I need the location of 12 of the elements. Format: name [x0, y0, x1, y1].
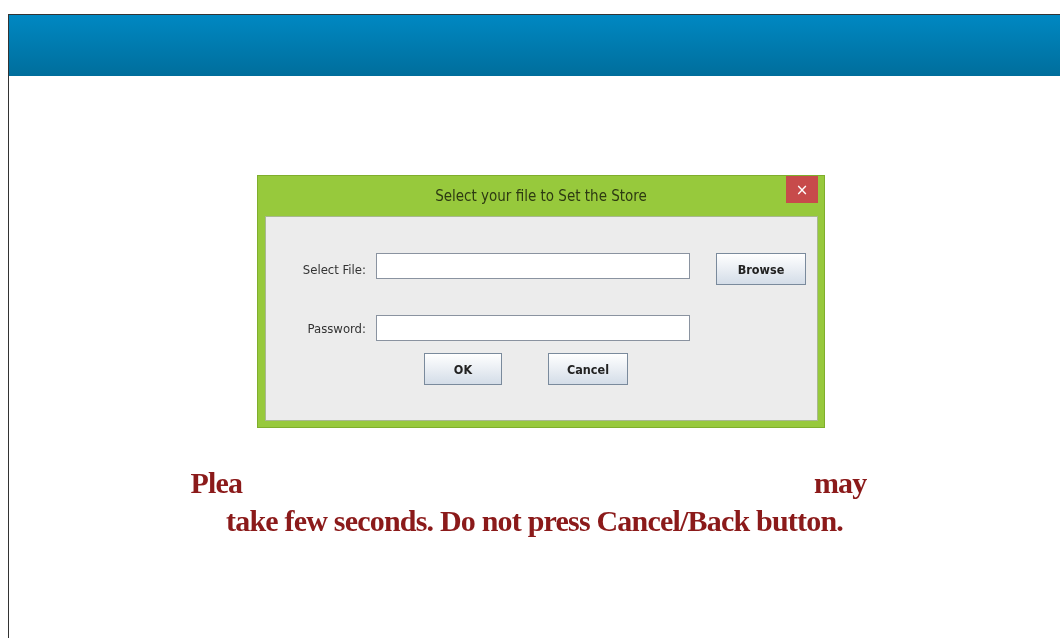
input-field[interactable] — [376, 253, 690, 279]
close-button[interactable]: × — [786, 176, 818, 203]
wait-message: take few seconds. Do not press Cancel/Back button. — [226, 503, 843, 539]
field-label: Password: — [306, 320, 367, 336]
field-label: Select File: — [301, 261, 367, 277]
cancel-button[interactable]: Cancel — [548, 353, 628, 385]
browse-button[interactable]: Browse — [716, 253, 806, 285]
ok-button[interactable]: OK — [424, 353, 502, 385]
dialog-title: Select your file to Set the Store — [435, 187, 647, 205]
wait-message-fragment: may — [813, 465, 867, 501]
input-field[interactable] — [376, 315, 690, 341]
wait-message-fragment: Plea — [190, 465, 243, 501]
